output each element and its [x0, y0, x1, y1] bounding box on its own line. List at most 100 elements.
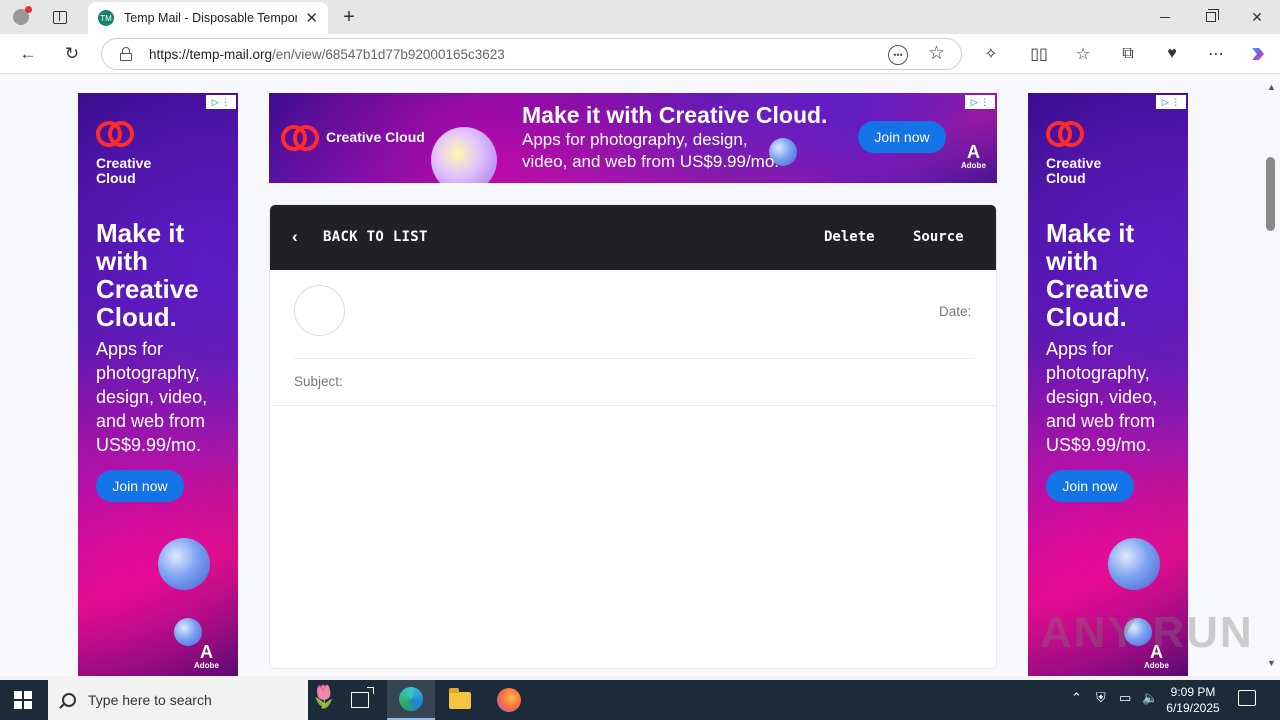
tray-security-icon[interactable]: ⛨: [1096, 690, 1106, 706]
mail-body: [270, 406, 996, 668]
ad-sub-line: design, video,: [96, 387, 208, 407]
profile-icon[interactable]: [8, 5, 34, 29]
task-view-icon[interactable]: [336, 680, 384, 720]
reader-options-icon[interactable]: •••: [888, 45, 908, 65]
url-host: https://temp-mail.org: [149, 47, 273, 62]
ad-headline-line: Make it: [1046, 218, 1135, 248]
reload-icon[interactable]: ↻: [58, 42, 86, 66]
scroll-up-icon[interactable]: ▲: [1267, 82, 1276, 92]
settings-more-icon[interactable]: ⋯: [1202, 42, 1230, 66]
mail-date-label: Date:: [939, 304, 972, 319]
ad-sub-line: and web from: [1046, 411, 1156, 431]
left-ad-banner[interactable]: ▷ ⋮ Creative Cloud Make it with Creative…: [78, 93, 238, 676]
tab-actions-icon[interactable]: [47, 5, 73, 29]
tab-favicon-icon: TM: [98, 10, 114, 26]
ad-sub-line: Apps for: [96, 339, 164, 359]
source-button[interactable]: Source: [913, 229, 964, 245]
tab-close-icon[interactable]: ✕: [305, 9, 318, 27]
sender-avatar: [294, 285, 345, 336]
taskbar-search-box[interactable]: Type here to search 🌷: [48, 680, 337, 720]
favorite-star-icon[interactable]: ☆: [928, 42, 945, 65]
taskbar-clock[interactable]: 9:09 PM 6/19/2025: [1160, 684, 1226, 716]
ad-headline-line: with: [96, 246, 148, 276]
ad-brand-line2: Cloud: [96, 170, 136, 186]
ad-brand-line2: Cloud: [1046, 170, 1086, 186]
notification-center-icon[interactable]: [1238, 690, 1256, 706]
ad-brand-line1: Creative: [96, 155, 152, 171]
address-bar[interactable]: https://temp-mail.org/en/view/68547b1d77…: [101, 38, 962, 70]
ad-subtext: Apps for photography, design, video, and…: [96, 337, 207, 457]
adobe-label: Adobe: [961, 161, 986, 170]
taskbar-file-explorer-icon[interactable]: [436, 680, 484, 720]
ad-headline: Make it with Creative Cloud.: [522, 102, 828, 128]
ad-choices-icon[interactable]: ▷ ⋮: [206, 95, 236, 109]
planet-decoration: [158, 538, 210, 590]
ad-choices-icon[interactable]: ▷ ⋮: [965, 95, 995, 109]
ad-join-now-button[interactable]: Join now: [96, 470, 184, 502]
collections-icon[interactable]: ⧉: [1114, 42, 1142, 66]
clock-date: 6/19/2025: [1166, 701, 1220, 715]
mail-view-card: ‹ BACK TO LIST Delete Source Date: Subje…: [269, 204, 997, 669]
window-restore-button[interactable]: [1188, 0, 1234, 34]
new-tab-icon[interactable]: +: [336, 5, 362, 29]
right-ad-banner[interactable]: ▷ ⋮ Creative Cloud Make it with Creative…: [1028, 93, 1188, 676]
url-path: /en/view/68547b1d77b92000165c3623: [272, 47, 505, 62]
ad-sub-line: video, and web from US$9.99/mo.: [522, 152, 780, 171]
planet-decoration: [1108, 538, 1160, 590]
ad-brand: Creative Cloud: [96, 156, 151, 186]
scroll-down-icon[interactable]: ▼: [1267, 658, 1276, 668]
favorites-icon[interactable]: ☆: [1069, 42, 1097, 66]
ad-headline: Make it with Creative Cloud.: [1046, 219, 1149, 331]
tray-overflow-chevron-icon[interactable]: ⌃: [1071, 690, 1082, 706]
site-info-lock-icon[interactable]: [120, 47, 132, 61]
tab-title: Temp Mail - Disposable Tempora: [124, 11, 298, 25]
window-close-button[interactable]: ✕: [1234, 0, 1280, 34]
split-screen-icon[interactable]: ▯▯: [1025, 42, 1053, 66]
ad-headline-line: Cloud.: [1046, 302, 1127, 332]
page-scrollbar[interactable]: ▲ ▼: [1262, 75, 1280, 676]
chevron-left-icon[interactable]: ‹: [292, 227, 298, 247]
search-icon: [62, 693, 76, 707]
ad-subtext: Apps for photography, design, video, and…: [1046, 337, 1157, 457]
ad-sub-line: photography,: [1046, 363, 1150, 383]
taskbar-edge-icon[interactable]: [387, 680, 435, 720]
windows-start-icon[interactable]: [14, 691, 32, 709]
browser-essentials-icon[interactable]: ♥: [1158, 42, 1186, 66]
planet-decoration: [431, 127, 497, 183]
windows-taskbar: Type here to search 🌷 ⌃ ⛨ ▭ 🔈 9:09 PM 6/…: [0, 680, 1280, 720]
planet-decoration: [174, 618, 202, 646]
delete-button[interactable]: Delete: [824, 229, 875, 245]
taskbar-firefox-icon[interactable]: [485, 680, 533, 720]
ad-join-now-button[interactable]: Join now: [1046, 470, 1134, 502]
tray-network-icon[interactable]: ▭: [1119, 690, 1131, 706]
ad-join-now-button[interactable]: Join now: [858, 121, 946, 153]
extensions-icon[interactable]: ✧: [977, 42, 1005, 66]
ad-brand-line1: Creative: [1046, 155, 1102, 171]
ad-sub-line: photography,: [96, 363, 200, 383]
window-minimize-button[interactable]: [1142, 0, 1188, 34]
ad-sub-line: US$9.99/mo.: [96, 435, 202, 455]
ad-choices-icon[interactable]: ▷ ⋮: [1156, 95, 1186, 109]
copilot-icon[interactable]: [1244, 42, 1272, 66]
address-url[interactable]: https://temp-mail.org/en/view/68547b1d77…: [149, 47, 505, 62]
ad-sub-line: Apps for: [1046, 339, 1114, 359]
ad-sub-line: and web from: [96, 411, 206, 431]
tray-volume-icon[interactable]: 🔈: [1142, 690, 1158, 706]
mail-subject-label: Subject:: [294, 374, 343, 389]
scrollbar-thumb[interactable]: [1266, 157, 1275, 231]
top-ad-banner[interactable]: ▷ ⋮ Creative Cloud Make it with Creative…: [269, 93, 997, 183]
ad-brand: Creative Cloud: [326, 129, 425, 145]
page-content: ▷ ⋮ Creative Cloud Make it with Creative…: [0, 75, 1262, 676]
mail-action-bar: ‹ BACK TO LIST Delete Source: [270, 205, 996, 270]
adobe-logo-icon: A Adobe: [194, 642, 219, 670]
ad-subtext: Apps for photography, design, video, and…: [522, 129, 779, 173]
ad-headline: Make it with Creative Cloud.: [96, 219, 199, 331]
browser-tab-active[interactable]: TM Temp Mail - Disposable Tempora ✕: [88, 2, 328, 34]
browser-titlebar: TM Temp Mail - Disposable Tempora ✕ + ✕: [0, 0, 1280, 34]
browser-toolbar: ← ↻ https://temp-mail.org/en/view/68547b…: [0, 34, 1280, 74]
ad-headline-line: Cloud.: [96, 302, 177, 332]
back-to-list-button[interactable]: BACK TO LIST: [323, 229, 428, 245]
adobe-logo-icon: A Adobe: [961, 142, 986, 170]
back-arrow-icon[interactable]: ←: [14, 42, 42, 66]
ad-headline-line: Creative: [96, 274, 199, 304]
